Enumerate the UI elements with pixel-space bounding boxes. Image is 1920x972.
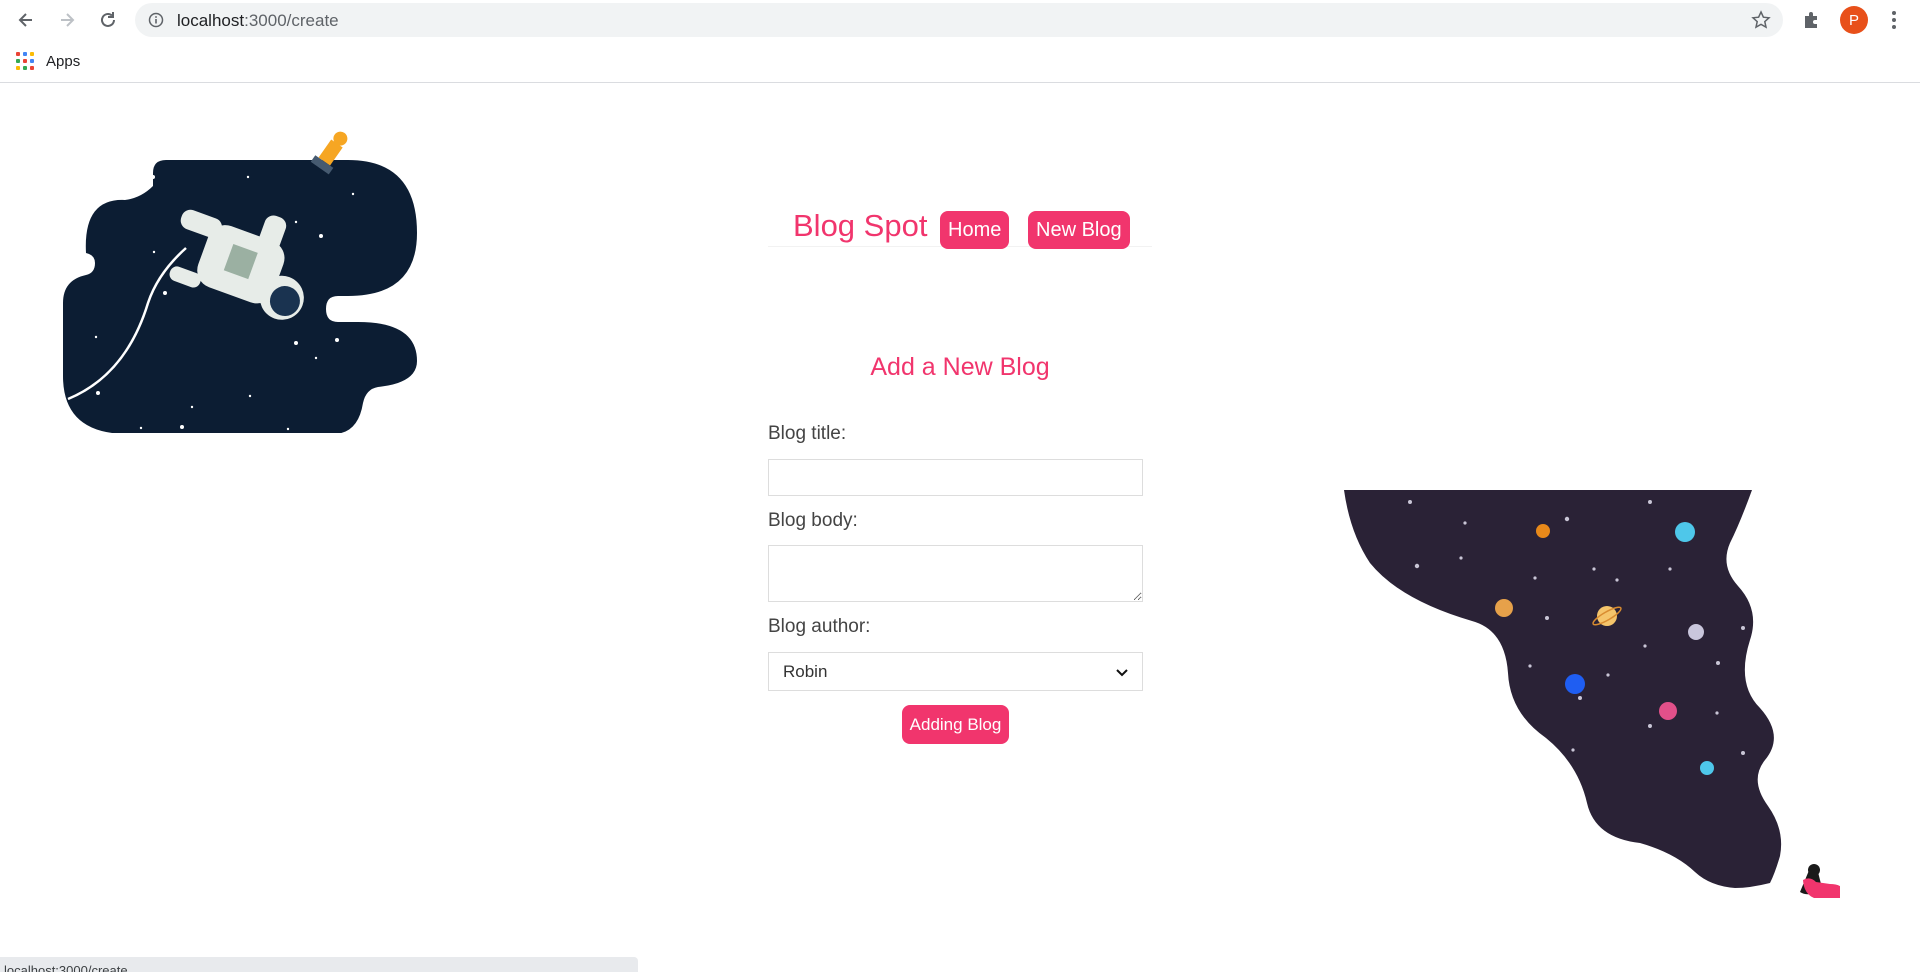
- add-blog-button[interactable]: Adding Blog: [902, 705, 1009, 744]
- blog-body-textarea[interactable]: [768, 545, 1143, 602]
- url-host: localhost: [177, 11, 245, 30]
- forward-icon[interactable]: [55, 8, 79, 32]
- chevron-down-icon: [1116, 662, 1128, 682]
- nav-link-new-blog[interactable]: New Blog: [1028, 211, 1130, 249]
- address-bar[interactable]: localhost:3000/create: [135, 3, 1783, 37]
- astronaut-illustration: [58, 113, 428, 438]
- apps-grid-icon: [16, 52, 34, 70]
- back-icon[interactable]: [14, 8, 38, 32]
- status-bar-url: localhost:3000/create: [0, 957, 638, 972]
- blog-author-label: Blog author:: [768, 616, 871, 637]
- page-title: Add a New Blog: [870, 353, 1050, 381]
- reload-icon[interactable]: [96, 8, 120, 32]
- info-icon[interactable]: [148, 12, 164, 28]
- url-text[interactable]: localhost:3000/create: [177, 11, 339, 31]
- blog-title-label: Blog title:: [768, 423, 847, 444]
- navbar: Blog Spot Home New Blog: [768, 196, 1152, 249]
- menu-dots-icon[interactable]: [1882, 8, 1906, 32]
- blog-author-select[interactable]: Robin: [768, 652, 1143, 691]
- blog-title-input[interactable]: [768, 459, 1143, 496]
- apps-label: Apps: [46, 52, 81, 70]
- page-content: Blog Spot Home New Blog Add a New Blog B…: [0, 83, 1920, 972]
- profile-avatar[interactable]: P: [1840, 6, 1868, 34]
- blog-body-label: Blog body:: [768, 510, 858, 531]
- bookmarks-bar: Apps: [0, 40, 1920, 83]
- puzzle-icon[interactable]: [1800, 8, 1824, 32]
- brand-title: Blog Spot: [793, 208, 928, 243]
- apps-bookmark[interactable]: Apps: [16, 49, 80, 73]
- browser-toolbar: localhost:3000/create P: [0, 0, 1920, 40]
- url-path: :3000/create: [244, 11, 339, 30]
- nav-link-home[interactable]: Home: [940, 211, 1010, 249]
- star-icon[interactable]: [1751, 10, 1771, 30]
- galaxy-illustration: [1340, 488, 1846, 903]
- blog-author-selected: Robin: [783, 661, 828, 681]
